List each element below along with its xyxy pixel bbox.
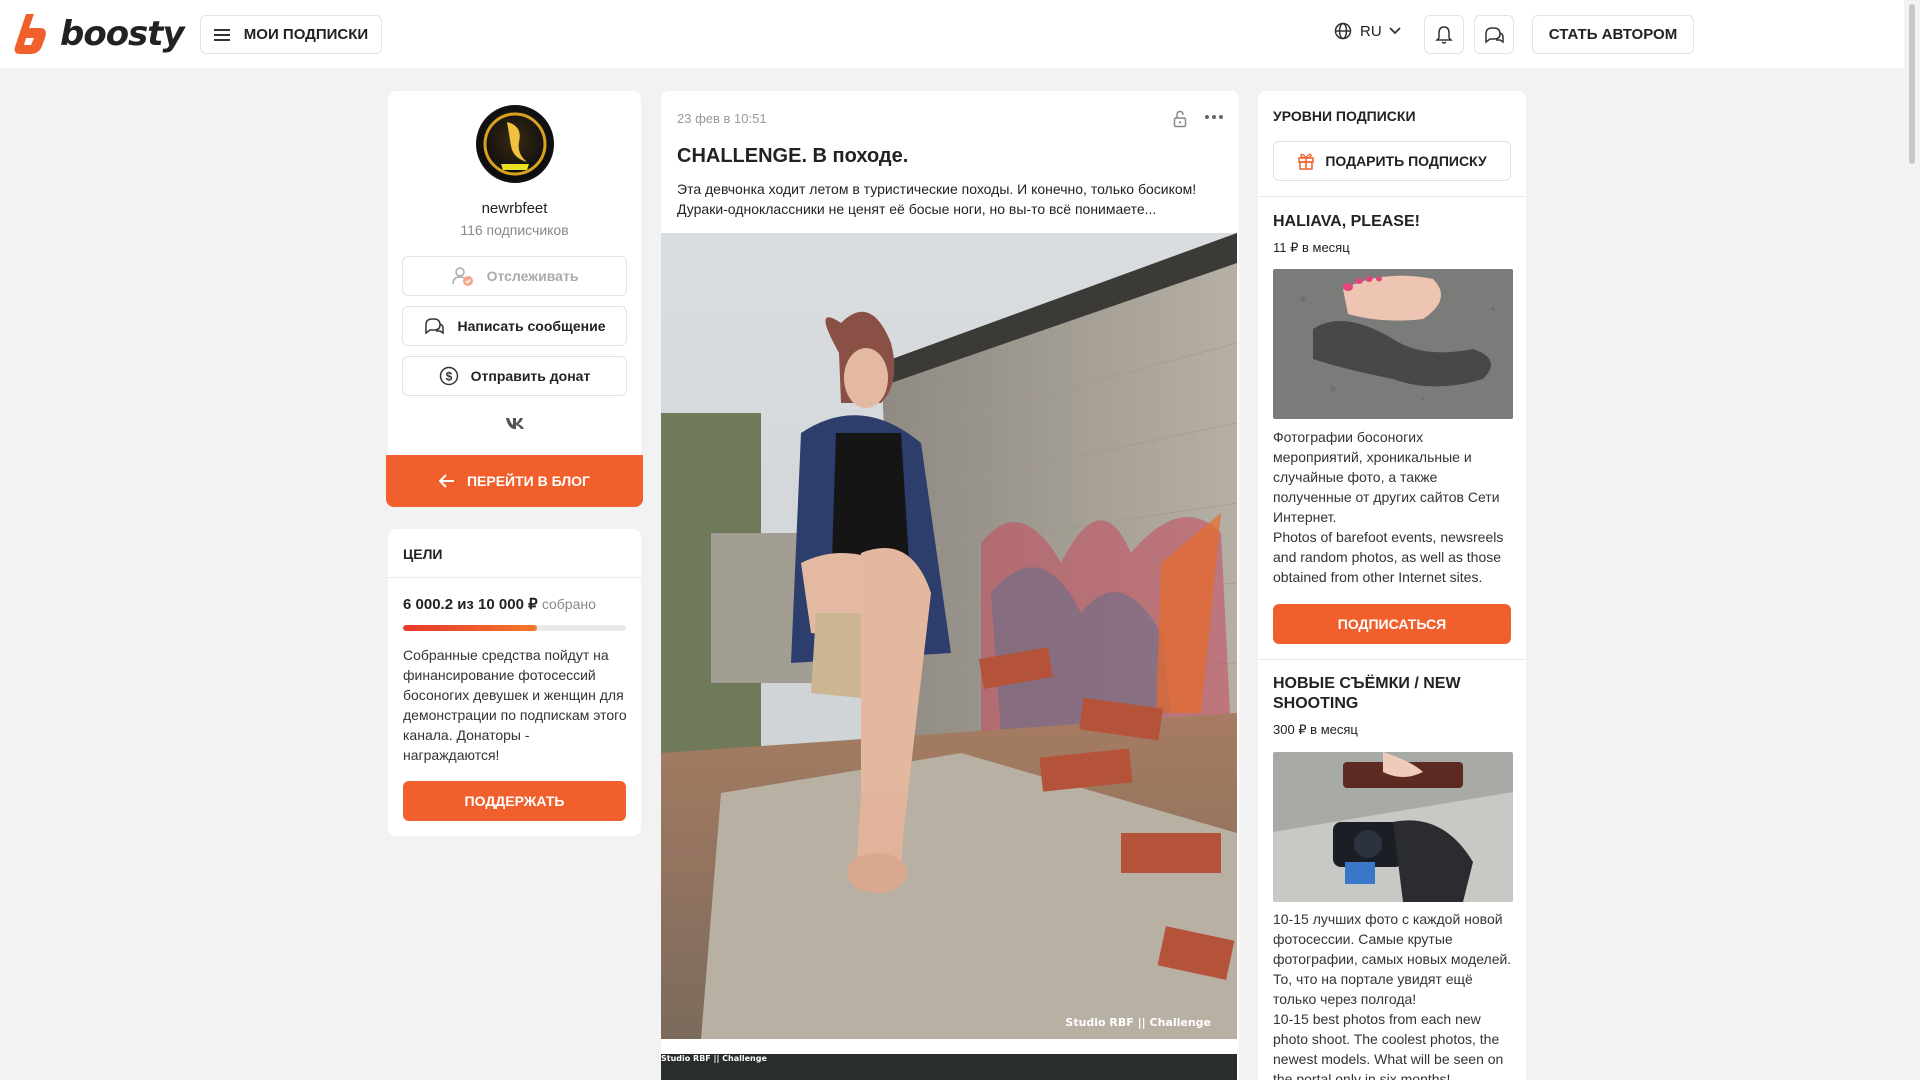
follow-label: Отслеживать	[486, 268, 579, 284]
goal-description: Собранные средства пойдут на финансирова…	[403, 647, 627, 763]
tier-image	[1273, 269, 1513, 419]
lock-icon	[1173, 110, 1187, 128]
subscriber-count: 116 подписчиков	[460, 222, 569, 238]
author-profile-card: newrbfeet 116 подписчиков Отслеживать На…	[388, 91, 641, 506]
globe-icon	[1334, 22, 1352, 40]
post-lock-button[interactable]	[1173, 110, 1187, 133]
vk-icon[interactable]	[505, 416, 527, 435]
my-subscriptions-button[interactable]: МОИ ПОДПИСКИ	[200, 15, 382, 54]
send-donation-label: Отправить донат	[470, 368, 591, 384]
chat-icon	[1485, 26, 1504, 43]
more-options-icon[interactable]	[1205, 115, 1223, 119]
dollar-coin-icon: $	[439, 366, 458, 386]
subscribe-button[interactable]: ПОДПИСАТЬСЯ	[1273, 604, 1511, 644]
language-label: RU	[1360, 22, 1382, 40]
chat-icon	[425, 318, 445, 335]
scrollbar-thumb[interactable]	[1909, 4, 1915, 164]
divider	[388, 577, 641, 578]
tier-name: HALIAVA, PLEASE!	[1273, 213, 1420, 230]
bell-icon	[1435, 25, 1453, 44]
goals-card: ЦЕЛИ 6 000.2 из 10 000 ₽ собрано Собранн…	[388, 529, 641, 836]
follow-icon	[451, 267, 473, 286]
boosty-logo-icon	[14, 14, 46, 54]
menu-icon	[213, 28, 230, 41]
follow-button[interactable]: Отслеживать	[402, 256, 627, 296]
author-avatar[interactable]	[476, 105, 554, 183]
notifications-button[interactable]	[1424, 15, 1464, 54]
goal-amount-value: 6 000.2 из 10 000 ₽	[403, 596, 538, 613]
post-photo-2[interactable]: Studio RBF || Challenge	[661, 1054, 1237, 1080]
post-card: 23 фев в 10:51 CHALLENGE. В походе. Эта …	[661, 91, 1239, 1080]
tiers-title: УРОВНИ ПОДПИСКИ	[1273, 108, 1416, 124]
subscription-tiers-card: УРОВНИ ПОДПИСКИ ПОДАРИТЬ ПОДПИСКУ HALIAV…	[1258, 91, 1526, 1080]
support-button[interactable]: ПОДДЕРЖАТЬ	[403, 781, 626, 821]
goals-title: ЦЕЛИ	[403, 546, 443, 562]
post-title[interactable]: CHALLENGE. В походе.	[677, 145, 908, 168]
send-donation-button[interactable]: $ Отправить донат	[402, 356, 627, 396]
goal-collected-label: собрано	[541, 596, 596, 612]
tier-name: НОВЫЕ СЪЁМКИ / NEW SHOOTING	[1273, 675, 1461, 712]
post-text: Эта девчонка ходит летом в туристические…	[677, 181, 1197, 217]
tier-image	[1273, 752, 1513, 902]
goal-progress-bar	[403, 625, 626, 631]
send-message-label: Написать сообщение	[457, 318, 606, 334]
divider	[1258, 196, 1526, 197]
language-selector[interactable]: RU	[1334, 22, 1402, 40]
photo-watermark-2: Studio RBF || Challenge	[661, 1054, 767, 1063]
gift-subscription-label: ПОДАРИТЬ ПОДПИСКУ	[1325, 153, 1487, 169]
tier-price: 300 ₽ в месяц	[1273, 722, 1358, 737]
messages-button[interactable]	[1474, 15, 1514, 54]
tier-price: 11 ₽ в месяц	[1273, 240, 1350, 255]
go-to-blog-label: ПЕРЕЙТИ В БЛОГ	[466, 473, 590, 489]
page-scrollbar[interactable]	[1904, 0, 1920, 1080]
avatar-emblem-icon	[483, 112, 547, 176]
go-to-blog-button[interactable]: ПЕРЕЙТИ В БЛОГ	[386, 455, 643, 507]
gift-icon	[1298, 153, 1315, 170]
arrow-left-icon	[438, 474, 454, 488]
boosty-logo-text: boosty	[60, 14, 185, 54]
svg-text:$: $	[445, 370, 452, 384]
send-message-button[interactable]: Написать сообщение	[402, 306, 627, 346]
goal-progress-fill	[403, 625, 537, 631]
post-photo[interactable]: Studio RBF || Challenge	[661, 233, 1237, 1039]
tier-description: Фотографии босоногих мероприятий, хроник…	[1273, 429, 1504, 585]
author-username[interactable]: newrbfeet	[388, 200, 641, 217]
goal-amount: 6 000.2 из 10 000 ₽ собрано	[403, 595, 596, 613]
gift-subscription-button[interactable]: ПОДАРИТЬ ПОДПИСКУ	[1273, 141, 1511, 181]
divider	[1258, 659, 1526, 660]
my-subscriptions-label: МОИ ПОДПИСКИ	[243, 26, 369, 43]
become-author-button[interactable]: СТАТЬ АВТОРОМ	[1532, 15, 1694, 54]
boosty-logo[interactable]: boosty	[14, 14, 185, 54]
top-header: boosty МОИ ПОДПИСКИ RU СТАТЬ АВТОРОМ	[0, 0, 1904, 68]
photo-watermark: Studio RBF || Challenge	[1065, 1016, 1211, 1029]
chevron-down-icon	[1389, 27, 1401, 35]
post-date[interactable]: 23 фев в 10:51	[677, 111, 767, 126]
tier-description: 10-15 лучших фото с каждой новой фотосес…	[1273, 911, 1512, 1080]
